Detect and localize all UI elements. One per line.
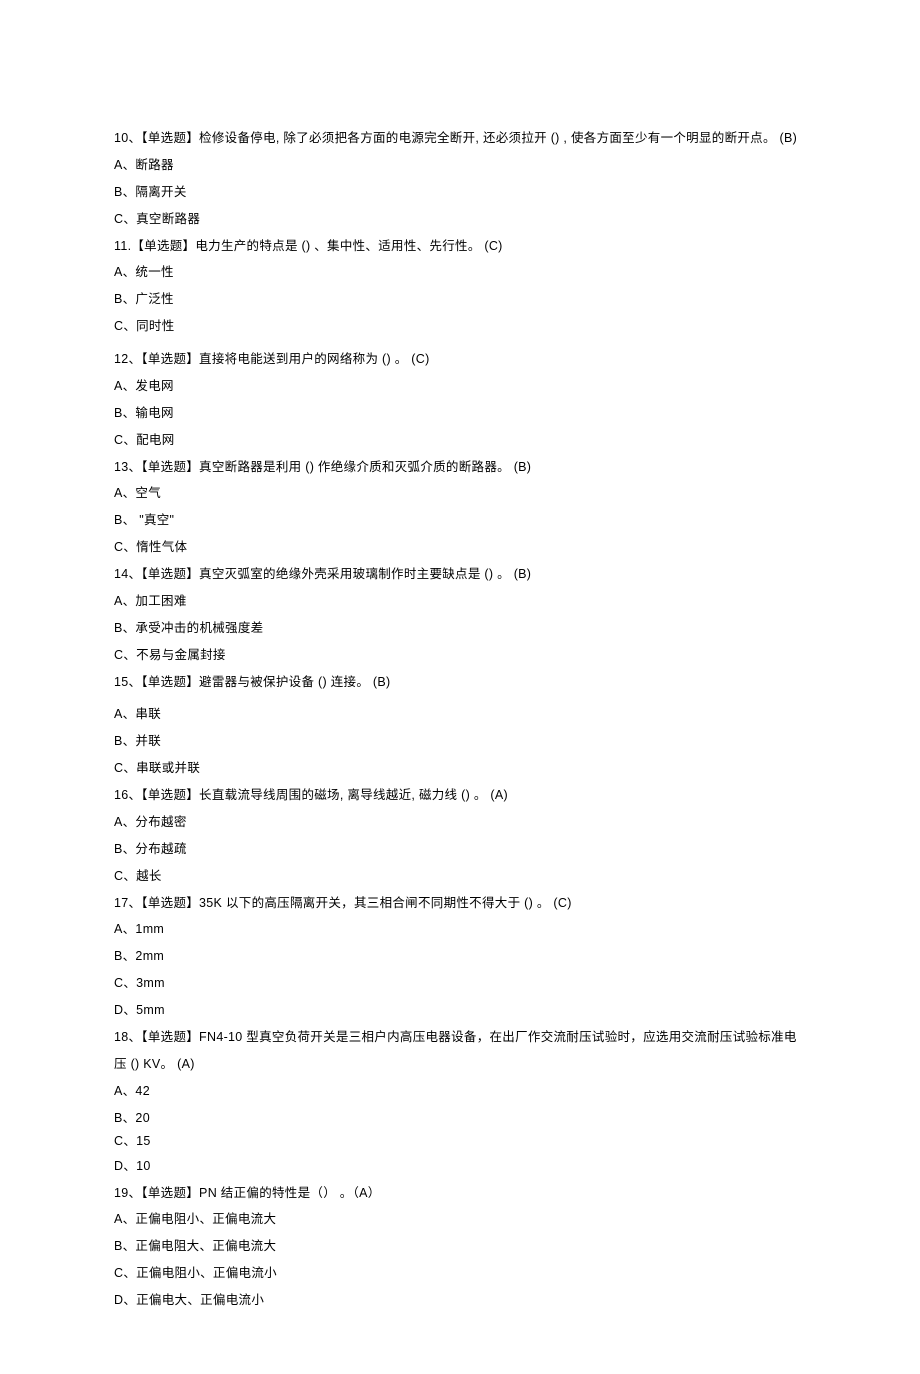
option-16c: C、越长 bbox=[114, 863, 806, 890]
option-16b: B、分布越疏 bbox=[114, 836, 806, 863]
option-15a: A、串联 bbox=[114, 701, 806, 728]
option-14a: A、加工困难 bbox=[114, 588, 806, 615]
option-11c: C、同时性 bbox=[114, 313, 806, 340]
option-12b: B、输电网 bbox=[114, 400, 806, 427]
option-19b: B、正偏电阻大、正偏电流大 bbox=[114, 1233, 806, 1260]
option-17d: D、5mm bbox=[114, 997, 806, 1024]
option-11a: A、统一性 bbox=[114, 259, 806, 286]
question-19: 19、【单选题】PN 结正偏的特性是（） 。（A） bbox=[114, 1180, 806, 1207]
question-10: 10、【单选题】检修设备停电, 除了必须把各方面的电源完全断开, 还必须拉开 (… bbox=[114, 125, 806, 152]
option-12a: A、发电网 bbox=[114, 373, 806, 400]
option-19c: C、正偏电阻小、正偏电流小 bbox=[114, 1260, 806, 1287]
document-content: 10、【单选题】检修设备停电, 除了必须把各方面的电源完全断开, 还必须拉开 (… bbox=[114, 125, 806, 1314]
option-16a: A、分布越密 bbox=[114, 809, 806, 836]
option-14c: C、不易与金属封接 bbox=[114, 642, 806, 669]
option-17a: A、1mm bbox=[114, 916, 806, 943]
option-13a: A、空气 bbox=[114, 480, 806, 507]
question-13: 13、【单选题】真空断路器是利用 () 作绝缘介质和灭弧介质的断路器。 (B) bbox=[114, 454, 806, 481]
question-15: 15、【单选题】避雷器与被保护设备 () 连接。 (B) bbox=[114, 669, 806, 696]
option-10b: B、隔离开关 bbox=[114, 179, 806, 206]
option-15c: C、串联或并联 bbox=[114, 755, 806, 782]
question-17: 17、【单选题】35K 以下的高压隔离开关，其三相合闸不同期性不得大于 () 。… bbox=[114, 890, 806, 917]
option-18c: C、15 bbox=[114, 1131, 806, 1152]
option-18d: D、10 bbox=[114, 1153, 806, 1180]
question-14: 14、【单选题】真空灭弧室的绝缘外壳采用玻璃制作时主要缺点是 () 。 (B) bbox=[114, 561, 806, 588]
option-19d: D、正偏电大、正偏电流小 bbox=[114, 1287, 806, 1314]
question-12: 12、【单选题】直接将电能送到用户的网络称为 () 。 (C) bbox=[114, 346, 806, 373]
option-13b: B、 "真空" bbox=[114, 507, 806, 534]
option-12c: C、配电网 bbox=[114, 427, 806, 454]
question-16: 16、【单选题】长直载流导线周围的磁场, 离导线越近, 磁力线 () 。 (A) bbox=[114, 782, 806, 809]
option-10a: A、断路器 bbox=[114, 152, 806, 179]
option-18a: A、42 bbox=[114, 1078, 806, 1105]
option-17b: B、2mm bbox=[114, 943, 806, 970]
option-11b: B、广泛性 bbox=[114, 286, 806, 313]
option-10c: C、真空断路器 bbox=[114, 206, 806, 233]
question-18: 18、【单选题】FN4-10 型真空负荷开关是三相户内高压电器设备，在出厂作交流… bbox=[114, 1024, 806, 1078]
option-13c: C、惰性气体 bbox=[114, 534, 806, 561]
option-17c: C、3mm bbox=[114, 970, 806, 997]
option-14b: B、承受冲击的机械强度差 bbox=[114, 615, 806, 642]
question-11: 11.【单选题】电力生产的特点是 () 、集中性、适用性、先行性。 (C) bbox=[114, 233, 806, 260]
option-19a: A、正偏电阻小、正偏电流大 bbox=[114, 1206, 806, 1233]
option-15b: B、并联 bbox=[114, 728, 806, 755]
option-18b: B、20 bbox=[114, 1105, 806, 1132]
